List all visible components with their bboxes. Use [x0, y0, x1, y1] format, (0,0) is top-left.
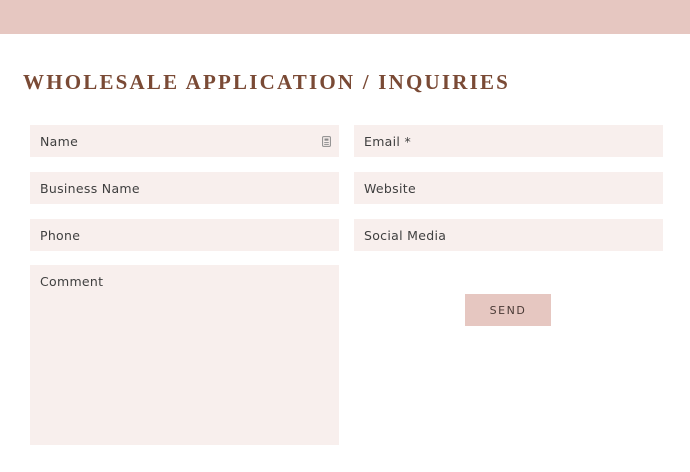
social-media-field[interactable]: Social Media [354, 219, 663, 251]
business-name-placeholder: Business Name [40, 180, 140, 196]
website-placeholder: Website [364, 180, 416, 196]
contact-card-icon[interactable] [322, 136, 331, 147]
comment-placeholder: Comment [40, 274, 104, 289]
email-field[interactable]: Email * [354, 125, 663, 157]
name-field[interactable]: Name [30, 125, 339, 157]
email-placeholder: Email * [364, 133, 412, 149]
social-media-placeholder: Social Media [364, 227, 447, 243]
name-placeholder: Name [40, 133, 79, 149]
phone-field[interactable]: Phone [30, 219, 339, 251]
send-button[interactable]: SEND [465, 294, 551, 326]
business-name-field[interactable]: Business Name [30, 172, 339, 204]
comment-field[interactable]: Comment [30, 265, 339, 445]
top-banner [0, 0, 690, 34]
phone-placeholder: Phone [40, 227, 81, 243]
page-title: WHOLESALE APPLICATION / INQUIRIES [23, 70, 511, 94]
website-field[interactable]: Website [354, 172, 663, 204]
